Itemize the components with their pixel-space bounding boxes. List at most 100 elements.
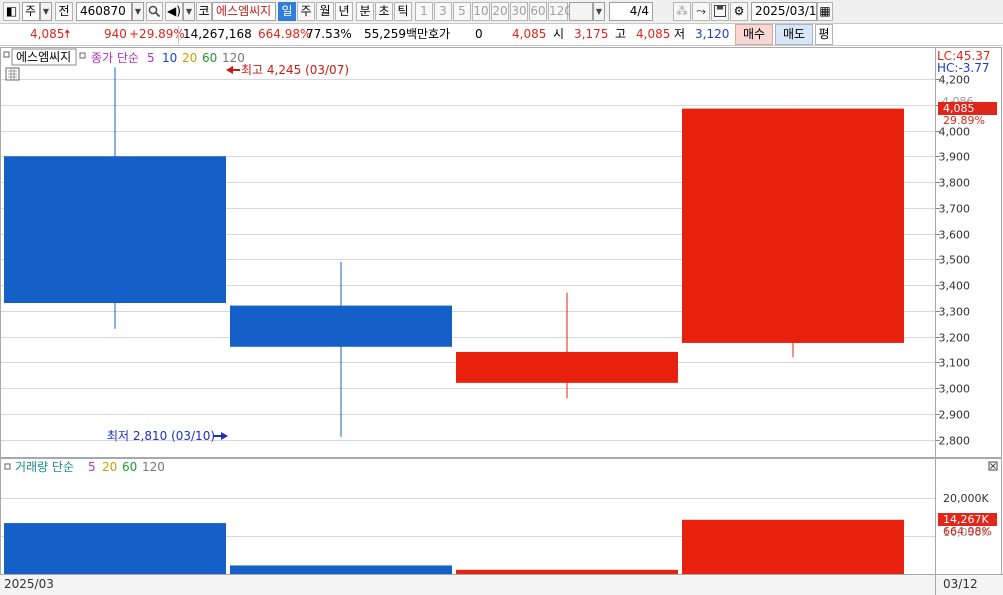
volume-ma-20: 20 (102, 460, 117, 474)
high-label: 고 (615, 27, 627, 41)
price-tick-label: 3,600 (939, 229, 971, 242)
interval-5[interactable]: 5 (453, 2, 471, 21)
volume-panel-collapse-icon[interactable] (4, 463, 11, 470)
search-icon[interactable] (146, 2, 163, 21)
period-day[interactable]: 일 (278, 2, 296, 21)
speaker-dropdown-icon[interactable]: ▼ (183, 2, 195, 21)
period-year[interactable]: 년 (335, 2, 353, 21)
price-axis-ticks: 4,2004,1004,0003,9003,8003,7003,6003,500… (935, 74, 970, 448)
high-price: 4,085 (636, 27, 671, 41)
market-select[interactable]: 주 (22, 2, 40, 21)
volume-bar (230, 565, 452, 574)
volume-value: 14,267,168 (183, 27, 252, 41)
interval-3[interactable]: 3 (434, 2, 452, 21)
interval-10[interactable]: 10 (472, 2, 490, 21)
trend-tool-icon[interactable]: ⤳ (692, 2, 710, 21)
low-price: 3,120 (695, 27, 730, 41)
price-ma-60: 60 (202, 51, 217, 65)
speaker-icon[interactable]: ◀) (165, 2, 183, 21)
period-month[interactable]: 월 (316, 2, 334, 21)
volume-ma-60: 60 (122, 460, 137, 474)
interval-1[interactable]: 1 (415, 2, 433, 21)
custom-interval-dropdown-icon[interactable]: ▼ (593, 2, 605, 21)
custom-interval-input[interactable] (569, 2, 593, 21)
panel-collapse-icon[interactable] (3, 51, 10, 58)
legend-collapse-icon[interactable] (79, 52, 86, 59)
volume-ma-legend-prefix: 거래량 단순 (15, 460, 74, 474)
price-tick-label: 3,900 (939, 151, 971, 164)
price-tick-label: 3,000 (939, 383, 971, 396)
stock-name-field[interactable]: 에스엠씨지 (212, 2, 276, 21)
change-amount: 940 (104, 27, 127, 41)
interval-120[interactable]: 120 (548, 2, 572, 21)
quote-value: 0 (475, 27, 483, 41)
hc-label: HC:-3.77 (937, 61, 990, 75)
code-dropdown-icon[interactable]: ▼ (132, 2, 144, 21)
candle-body (456, 351, 678, 383)
volume-tick: 20,000K (943, 492, 989, 505)
quote-price: 4,085 (512, 27, 547, 41)
price-tick-label: 3,700 (939, 203, 971, 216)
price-ma-10: 10 (162, 51, 177, 65)
interval-60[interactable]: 60 (529, 2, 547, 21)
buy-button[interactable]: 매수 (735, 24, 773, 45)
save-icon[interactable] (711, 2, 729, 21)
interval-20[interactable]: 20 (491, 2, 509, 21)
stock-chart[interactable]: 4,2004,1004,0003,9003,8003,7003,6003,500… (0, 47, 1003, 595)
candle-body (4, 156, 226, 304)
volume-max-label: 14,267,168주(664.98%) (5, 473, 148, 487)
min-price-label: 최저 2,810 (03/10) (107, 429, 215, 443)
date-input[interactable]: 2025/03/12 (751, 2, 817, 21)
candles (4, 67, 904, 437)
current-price: 4,085 (30, 27, 65, 41)
volume-percent: 664.98% (258, 27, 312, 41)
min-arrow-icon (214, 432, 228, 440)
main-toolbar: ◧ 주 ▼ 전 460870 ▼ ◀) ▼ 코 에스엠씨지 일 주 월 년 분 … (0, 0, 1003, 24)
sell-button[interactable]: 매도 (775, 24, 813, 45)
page-indicator: 4/4 (609, 2, 653, 21)
volume-ma-5: 5 (88, 460, 96, 474)
info-divider (178, 26, 179, 44)
price-ma-20: 20 (182, 51, 197, 65)
volume-bar (682, 519, 904, 574)
current-pct-tag: 29.89% (943, 114, 985, 127)
price-ma-5: 5 (147, 51, 155, 65)
up-arrow-icon: 🠅 (64, 27, 71, 41)
layout-toggle-icon[interactable]: ◧ (3, 2, 20, 21)
volume-ma-120: 120 (142, 460, 165, 474)
open-label: 시 (553, 27, 565, 41)
settings-gear-icon[interactable]: ⚙ (730, 2, 748, 21)
stock-code-input[interactable]: 460870 (76, 2, 132, 21)
market-type-label[interactable]: 코 (196, 2, 212, 21)
trade-amount: 55,259백만 (364, 27, 429, 41)
interval-30[interactable]: 30 (510, 2, 528, 21)
price-tick-label: 4,200 (939, 74, 971, 87)
price-tick-label: 3,500 (939, 254, 971, 267)
max-price-label: 최고 4,245 (03/07) (241, 63, 349, 77)
quote-label: 호가 (428, 27, 451, 41)
candle-body (682, 108, 904, 343)
period-second[interactable]: 초 (375, 2, 393, 21)
volume-pct-tag: 664.98% (943, 525, 992, 538)
price-tick-label: 2,900 (939, 409, 971, 422)
evaluation-button[interactable]: 평 (815, 24, 833, 45)
price-tick-label: 2,800 (939, 435, 971, 448)
mode-button[interactable]: 전 (55, 2, 73, 21)
volume-bar (456, 569, 678, 574)
zoom-out-icon[interactable]: ⁂ (673, 2, 691, 21)
x-axis-start-label: 2025/03 (4, 577, 54, 591)
market-dropdown-icon[interactable]: ▼ (40, 2, 52, 21)
volume-bar (4, 523, 226, 574)
candle-body (230, 305, 452, 347)
price-tick-label: 4,000 (939, 126, 971, 139)
price-tick-label: 3,800 (939, 177, 971, 190)
period-minute[interactable]: 분 (356, 2, 374, 21)
period-week[interactable]: 주 (297, 2, 315, 21)
period-tick[interactable]: 틱 (394, 2, 412, 21)
calendar-icon[interactable]: ▦ (817, 2, 833, 21)
stock-name-tag: 에스엠씨지 (16, 50, 71, 64)
price-ma-legend-prefix: 종가 단순 (91, 51, 139, 65)
low-label: 저 (674, 27, 686, 41)
price-tick-label: 3,200 (939, 332, 971, 345)
x-axis-end-label: 03/12 (943, 577, 978, 591)
